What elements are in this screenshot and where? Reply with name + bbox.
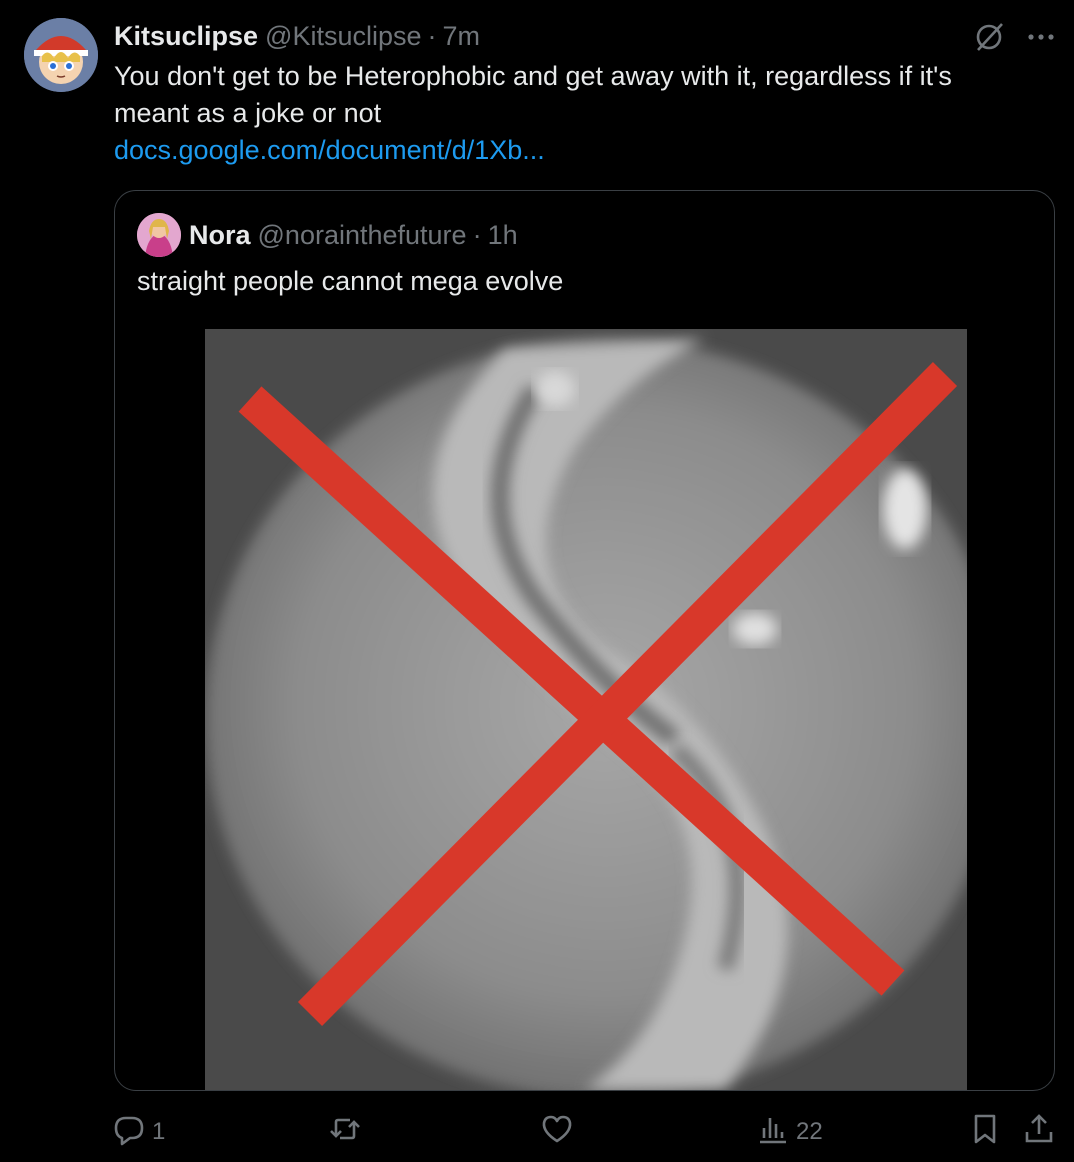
action-bar: 1 22 bbox=[0, 1110, 1074, 1154]
quoted-separator: · bbox=[472, 219, 482, 250]
more-dots-icon[interactable] bbox=[1024, 22, 1058, 52]
views-count: 22 bbox=[796, 1118, 823, 1145]
quoted-tweet[interactable]: Nora @norainthefuture · 1h straight peop… bbox=[114, 190, 1055, 1091]
author-display-name[interactable]: Kitsuclipse bbox=[114, 21, 258, 52]
bookmark-icon bbox=[968, 1112, 1002, 1153]
quoted-author-handle[interactable]: @norainthefuture bbox=[258, 220, 467, 251]
reply-icon bbox=[112, 1112, 146, 1153]
quoted-tweet-timestamp[interactable]: 1h bbox=[488, 220, 518, 251]
author-handle[interactable]: @Kitsuclipse bbox=[265, 21, 421, 52]
author-avatar[interactable] bbox=[24, 18, 98, 92]
reply-button[interactable]: 1 bbox=[112, 1110, 165, 1154]
views-icon bbox=[756, 1112, 790, 1153]
tweet-text: You don't get to be Heterophobic and get… bbox=[114, 61, 952, 128]
quoted-author-display-name[interactable]: Nora bbox=[189, 220, 251, 251]
grok-icon[interactable] bbox=[972, 20, 1006, 54]
like-button[interactable] bbox=[540, 1110, 580, 1154]
quoted-tweet-header: Nora @norainthefuture · 1h bbox=[189, 215, 518, 255]
quoted-author-avatar[interactable] bbox=[137, 213, 181, 257]
like-icon bbox=[540, 1112, 574, 1153]
tweet-header: Kitsuclipse @Kitsuclipse · 7m bbox=[114, 18, 480, 54]
reply-count: 1 bbox=[152, 1118, 166, 1145]
tweet[interactable]: Kitsuclipse @Kitsuclipse · 7m You don't … bbox=[0, 0, 1074, 1162]
views-button[interactable]: 22 bbox=[756, 1110, 823, 1154]
share-icon bbox=[1022, 1112, 1056, 1153]
crossed-out-mega-stone-image[interactable] bbox=[205, 329, 967, 1090]
retweet-button[interactable] bbox=[328, 1110, 368, 1154]
share-button[interactable] bbox=[1022, 1110, 1056, 1154]
retweet-icon bbox=[328, 1112, 362, 1153]
quoted-tweet-text: straight people cannot mega evolve bbox=[137, 266, 564, 296]
tweet-timestamp[interactable]: 7m bbox=[443, 21, 481, 52]
separator: · bbox=[427, 20, 437, 51]
tweet-link[interactable]: docs.google.com/document/d/1Xb... bbox=[114, 132, 545, 169]
bookmark-button[interactable] bbox=[968, 1110, 1002, 1154]
